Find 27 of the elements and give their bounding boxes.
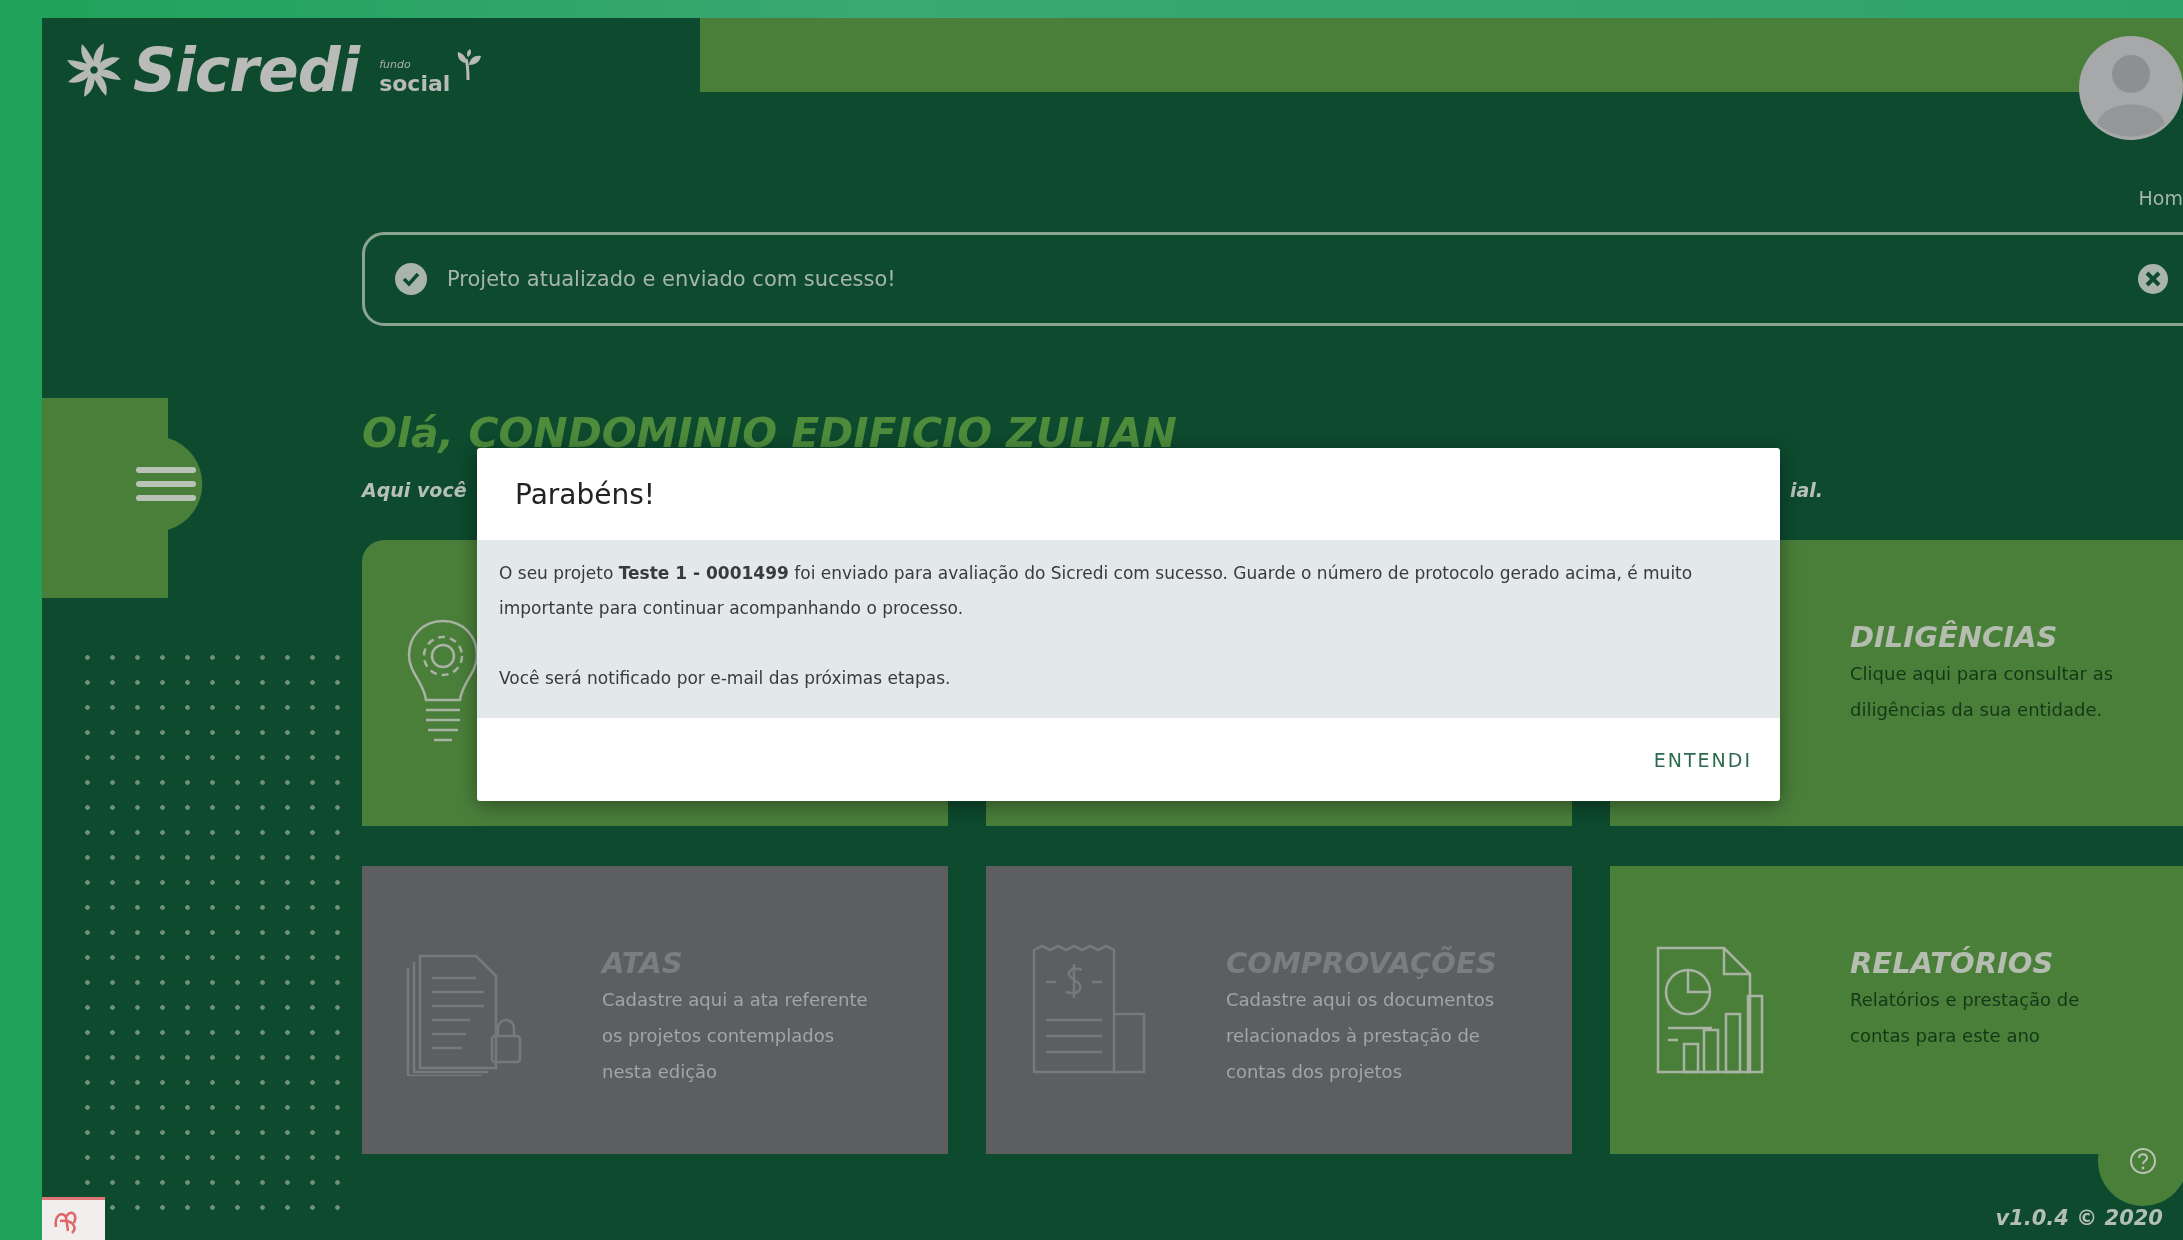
card-description: Clique aqui para consultar as diligências da sua entidade. <box>1850 662 2115 722</box>
greeting-title: Olá, CONDOMINIO EDIFICIO ZULIAN <box>362 408 1178 458</box>
sprout-icon <box>456 49 483 81</box>
menu-icon <box>136 467 196 501</box>
menu-card[interactable]: RELATÓRIOS Relatórios e prestação de contas para este ano <box>1610 866 2183 1154</box>
brand-name: Sicredi <box>133 35 360 105</box>
card-description: Cadastre aqui os documentos relacionados à prestação de contas dos projetos <box>1226 988 1496 1084</box>
avatar-silhouette[interactable] <box>2079 36 2183 140</box>
home-link[interactable]: Hom <box>2138 187 2183 209</box>
card-title: DILIGÊNCIAS <box>1850 619 2059 656</box>
alert-message: Projeto atualizado e enviado com sucesso! <box>447 267 897 291</box>
check-icon <box>395 263 427 295</box>
greeting-subtitle: ial. <box>1789 478 1823 502</box>
modal-paragraph: Você será notificado por e-mail das próximas etapas. <box>499 667 952 690</box>
app-badge-icon <box>42 1197 105 1240</box>
version-text: v1.0.4 © 2020 <box>1995 1206 2163 1230</box>
tagline: social <box>379 71 451 96</box>
tagline-small: fundo <box>379 58 412 71</box>
close-icon[interactable] <box>2138 264 2168 294</box>
card-description: Relatórios e prestação de contas para este ano <box>1850 988 2081 1048</box>
greeting-subtitle: Aqui você <box>362 478 467 502</box>
receipt-icon <box>1030 944 1148 1076</box>
modal-title: Parabéns! <box>515 477 655 511</box>
help-icon <box>2129 1147 2157 1175</box>
card-title: RELATÓRIOS <box>1850 945 2055 982</box>
card-description: Cadastre aqui a ata referente os projetos contemplados nesta edição <box>602 988 869 1084</box>
confirm-button[interactable]: ENTENDI <box>1647 740 1758 779</box>
